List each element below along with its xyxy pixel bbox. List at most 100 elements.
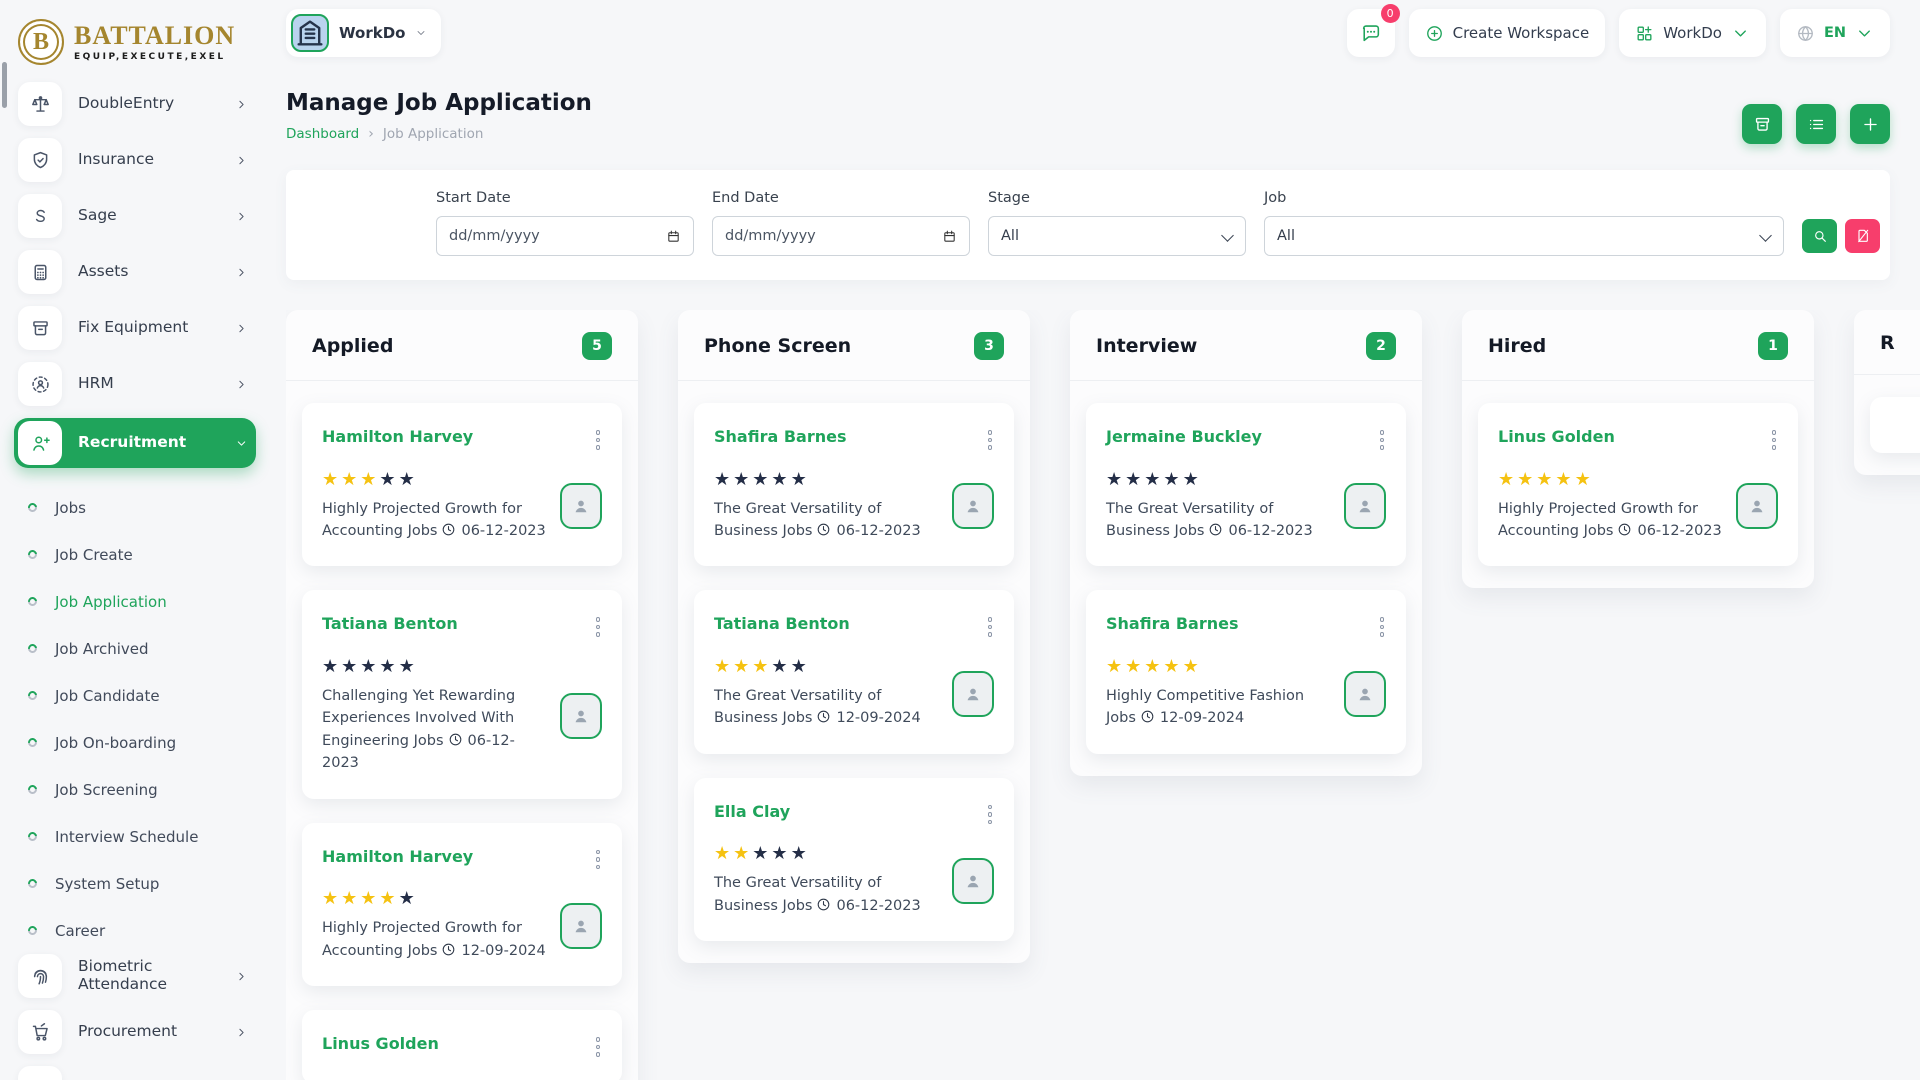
bullet-icon	[26, 548, 39, 561]
archive-button[interactable]	[1742, 104, 1782, 144]
candidate-avatar[interactable]	[952, 483, 994, 529]
plus-circle-icon	[1425, 24, 1444, 43]
sidebar-subitem-job-screening[interactable]: Job Screening	[14, 766, 256, 813]
stage-select[interactable]: All	[988, 216, 1246, 256]
sidebar-subitem-job-application[interactable]: Job Application	[14, 578, 256, 625]
sidebar-item-fix-equipment[interactable]: Fix Equipment	[14, 306, 256, 350]
star-icon: ★	[733, 469, 752, 490]
application-date: 06-12-2023	[461, 523, 545, 539]
search-icon	[1812, 228, 1828, 244]
card-menu-button[interactable]	[1378, 427, 1387, 453]
candidate-name-link[interactable]: Ella Clay	[714, 802, 790, 821]
candidate-name-link[interactable]: Tatiana Benton	[714, 614, 850, 633]
workspace-switcher[interactable]: WorkDo	[286, 9, 441, 57]
sidebar-item-biometric-attendance[interactable]: Biometric Attendance	[14, 954, 256, 998]
card-menu-button[interactable]	[594, 427, 603, 453]
sidebar-subitem-label: Job Screening	[55, 781, 158, 799]
application-date: 06-12-2023	[1637, 523, 1721, 539]
sidebar-subitem-label: Career	[55, 922, 105, 940]
candidate-avatar[interactable]	[1736, 483, 1778, 529]
card-menu-button[interactable]	[594, 847, 603, 873]
star-icon: ★	[379, 469, 398, 490]
calculator-icon	[30, 262, 51, 283]
candidate-name-link[interactable]: Hamilton Harvey	[322, 847, 473, 866]
application-date: 06-12-2023	[836, 523, 920, 539]
star-rating: ★★★★★	[1106, 658, 1332, 676]
star-icon: ★	[379, 888, 398, 909]
calendar-icon	[942, 229, 957, 244]
sidebar-subitem-job-archived[interactable]: Job Archived	[14, 625, 256, 672]
candidate-name-link[interactable]: Shafira Barnes	[1106, 614, 1238, 633]
start-date-input[interactable]: dd/mm/yyyy	[436, 216, 694, 256]
messenger-button[interactable]: 0	[1347, 9, 1395, 57]
application-date: 12-09-2024	[1160, 710, 1244, 726]
sidebar-subitem-job-create[interactable]: Job Create	[14, 531, 256, 578]
column-count-badge: 2	[1366, 332, 1396, 360]
candidate-avatar[interactable]	[1344, 483, 1386, 529]
candidate-avatar[interactable]	[952, 671, 994, 717]
sidebar-subitem-system-setup[interactable]: System Setup	[14, 860, 256, 907]
job-select[interactable]: All	[1264, 216, 1784, 256]
candidate-name-link[interactable]: Jermaine Buckley	[1106, 427, 1262, 446]
sidebar-item-assets[interactable]: Assets	[14, 250, 256, 294]
star-icon: ★	[322, 888, 341, 909]
sidebar-item-sage[interactable]: Sage	[14, 194, 256, 238]
search-button[interactable]	[1802, 219, 1837, 253]
card-menu-button[interactable]	[986, 802, 995, 828]
star-rating: ★★★★★	[714, 658, 940, 676]
candidate-avatar[interactable]	[560, 693, 602, 739]
workspace-name: WorkDo	[339, 24, 405, 42]
sidebar-scrollbar[interactable]	[2, 62, 7, 108]
reset-filter-button[interactable]	[1845, 219, 1880, 253]
candidate-avatar[interactable]	[952, 858, 994, 904]
workdo-menu-button[interactable]: WorkDo	[1619, 9, 1766, 57]
candidate-name-link[interactable]: Linus Golden	[322, 1034, 439, 1053]
cart-icon	[30, 1022, 51, 1043]
sidebar-subitem-career[interactable]: Career	[14, 907, 256, 954]
plus-icon	[1861, 115, 1880, 134]
sidebar-item-recruitment[interactable]: Recruitment	[14, 418, 256, 468]
application-card: Ella Clay★★★★★The Great Versatility of B…	[694, 778, 1014, 941]
candidate-avatar[interactable]	[1344, 671, 1386, 717]
sidebar-item-doubleentry[interactable]: DoubleEntry	[14, 82, 256, 126]
card-menu-button[interactable]	[986, 427, 995, 453]
card-menu-button[interactable]	[594, 614, 603, 640]
page-title: Manage Job Application	[286, 90, 592, 116]
card-menu-button[interactable]	[594, 1034, 603, 1060]
column-count-badge: 1	[1758, 332, 1788, 360]
breadcrumb-dashboard-link[interactable]: Dashboard	[286, 126, 359, 142]
candidate-avatar[interactable]	[560, 903, 602, 949]
card-menu-button[interactable]	[1770, 427, 1779, 453]
end-date-input[interactable]: dd/mm/yyyy	[712, 216, 970, 256]
candidate-name-link[interactable]: Linus Golden	[1498, 427, 1615, 446]
sidebar-item-procurement[interactable]: Procurement	[14, 1010, 256, 1054]
list-view-button[interactable]	[1796, 104, 1836, 144]
chevron-right-icon	[235, 322, 248, 335]
sidebar-subitem-job-on-boarding[interactable]: Job On-boarding	[14, 719, 256, 766]
module-icon-tile	[18, 306, 62, 350]
sidebar-subitem-jobs[interactable]: Jobs	[14, 484, 256, 531]
sidebar-item-label: Fix Equipment	[78, 319, 235, 337]
sidebar-item-hrm[interactable]: HRM	[14, 362, 256, 406]
candidate-name-link[interactable]: Shafira Barnes	[714, 427, 846, 446]
sidebar-subitem-interview-schedule[interactable]: Interview Schedule	[14, 813, 256, 860]
kanban-column-applied: Applied5Hamilton Harvey★★★★★Highly Proje…	[286, 310, 638, 1080]
clock-icon	[816, 522, 831, 537]
sidebar-subitem-job-candidate[interactable]: Job Candidate	[14, 672, 256, 719]
bullet-icon	[26, 783, 39, 796]
chat-icon	[1360, 22, 1382, 44]
card-menu-button[interactable]	[986, 614, 995, 640]
chevron-down-icon	[1855, 24, 1874, 43]
language-selector[interactable]: EN	[1780, 9, 1890, 57]
candidate-name-link[interactable]: Hamilton Harvey	[322, 427, 473, 446]
candidate-name-link[interactable]: Tatiana Benton	[322, 614, 458, 633]
application-card: Hamilton Harvey★★★★★Highly Projected Gro…	[302, 823, 622, 986]
card-menu-button[interactable]	[1378, 614, 1387, 640]
sidebar-item-insurance[interactable]: Insurance	[14, 138, 256, 182]
candidate-avatar[interactable]	[560, 483, 602, 529]
application-date: 06-12-2023	[836, 898, 920, 914]
star-rating: ★★★★★	[322, 890, 548, 908]
create-workspace-button[interactable]: Create Workspace	[1409, 9, 1606, 57]
star-rating: ★★★★★	[714, 471, 940, 489]
add-application-button[interactable]	[1850, 104, 1890, 144]
